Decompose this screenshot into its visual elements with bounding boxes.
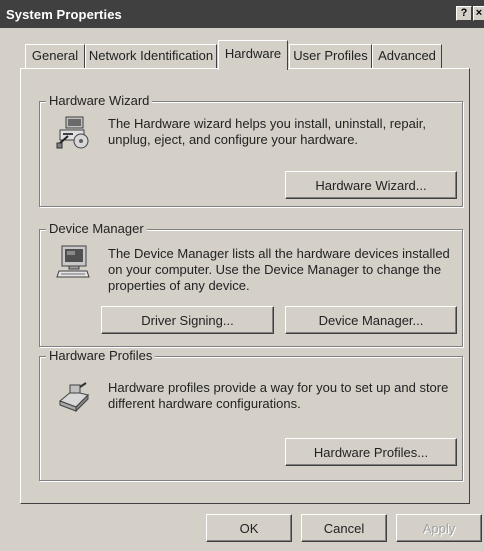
driver-signing-button[interactable]: Driver Signing... xyxy=(101,306,274,334)
cancel-button[interactable]: Cancel xyxy=(301,514,387,542)
hardware-wizard-icon xyxy=(56,114,92,150)
group-device-manager: Device Manager The Device Manager lists … xyxy=(39,221,463,347)
device-manager-button[interactable]: Device Manager... xyxy=(285,306,457,334)
tab-label: Advanced xyxy=(378,48,436,63)
tab-advanced[interactable]: Advanced xyxy=(372,44,442,68)
tab-label: Network Identification xyxy=(88,48,214,63)
system-properties-window: System Properties ? × General Network Id… xyxy=(0,0,484,551)
tab-network-identification[interactable]: Network Identification xyxy=(85,44,217,68)
hardware-profiles-description: Hardware profiles provide a way for you … xyxy=(108,380,449,411)
group-legend: Hardware Wizard xyxy=(46,93,153,109)
tab-panel-hardware: Hardware Wizard The Hardware wizard help… xyxy=(20,68,470,504)
tab-hardware[interactable]: Hardware xyxy=(218,40,288,70)
window-title: System Properties xyxy=(6,7,122,22)
close-button[interactable]: × xyxy=(473,6,484,21)
group-hardware-wizard: Hardware Wizard The Hardware wizard help… xyxy=(39,93,463,207)
hardware-profiles-button[interactable]: Hardware Profiles... xyxy=(285,438,457,466)
help-button[interactable]: ? xyxy=(456,6,472,21)
group-hardware-profiles: Hardware Profiles Hardware profiles prov… xyxy=(39,348,463,481)
title-bar: System Properties ? × xyxy=(0,0,484,28)
tab-general[interactable]: General xyxy=(25,44,85,68)
tab-label: General xyxy=(31,48,79,63)
group-legend: Hardware Profiles xyxy=(46,348,156,364)
hardware-profiles-icon xyxy=(56,377,92,413)
device-manager-description: The Device Manager lists all the hardwar… xyxy=(108,246,450,293)
apply-button[interactable]: Apply xyxy=(396,514,482,542)
hardware-wizard-description: The Hardware wizard helps you install, u… xyxy=(108,116,426,147)
group-legend: Device Manager xyxy=(46,221,147,237)
tab-user-profiles[interactable]: User Profiles xyxy=(289,44,372,68)
computer-icon xyxy=(56,244,92,280)
ok-button[interactable]: OK xyxy=(206,514,292,542)
hardware-wizard-button[interactable]: Hardware Wizard... xyxy=(285,171,457,199)
tab-label: User Profiles xyxy=(293,48,368,63)
tab-label: Hardware xyxy=(224,46,282,61)
